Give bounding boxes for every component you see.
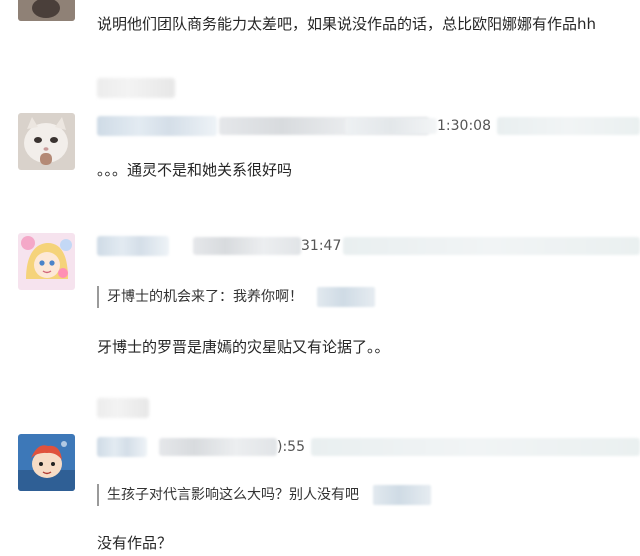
- meta-blurred: [497, 117, 640, 135]
- date-blurred: [193, 237, 301, 255]
- comment-time: ):55: [277, 439, 305, 455]
- username-blurred: [97, 116, 217, 136]
- comment-text: 说明他们团队商务能力太差吧，如果说没作品的话，总比欧阳娜娜有作品hh: [97, 15, 597, 33]
- avatar[interactable]: [18, 113, 75, 170]
- username-blurred: [97, 398, 149, 418]
- anime-girl-avatar-icon: [18, 233, 75, 290]
- avatar[interactable]: [18, 434, 75, 491]
- username-blurred: [97, 236, 169, 256]
- cat-avatar-icon: [18, 113, 75, 170]
- date-blurred: [159, 438, 277, 456]
- photo-avatar-icon: [18, 0, 75, 21]
- comment-meta: 31:47: [97, 235, 640, 257]
- comment-meta: ):55: [97, 436, 640, 458]
- avatar[interactable]: [18, 233, 75, 290]
- quoted-comment: 牙博士的机会来了：我养你啊！: [97, 286, 375, 308]
- meta-blurred: [343, 237, 640, 255]
- comment-time: 1:30:08: [437, 118, 491, 134]
- comment-text: 牙博士的罗晋是唐嫣的灾星贴又有论据了。。: [97, 338, 390, 356]
- quote-author-blurred: [373, 485, 431, 505]
- comment-time: 31:47: [301, 238, 342, 254]
- comment-text: 没有作品？: [97, 534, 173, 552]
- quote-text: 生孩子对代言影响这么大吗？别人没有吧: [107, 487, 359, 503]
- quote-author-blurred: [317, 287, 375, 307]
- quoted-comment: 生孩子对代言影响这么大吗？别人没有吧: [97, 484, 431, 506]
- date-blurred: [345, 118, 437, 134]
- quote-text: 牙博士的机会来了：我养你啊！: [107, 289, 303, 305]
- ponyo-avatar-icon: [18, 434, 75, 491]
- avatar[interactable]: [18, 0, 75, 21]
- username-blurred: [97, 78, 175, 98]
- comment-meta: 1:30:08: [97, 115, 640, 137]
- comment-text: 。。。通灵不是和她关系很好吗: [97, 161, 293, 179]
- username-blurred: [97, 437, 147, 457]
- meta-blurred: [311, 438, 640, 456]
